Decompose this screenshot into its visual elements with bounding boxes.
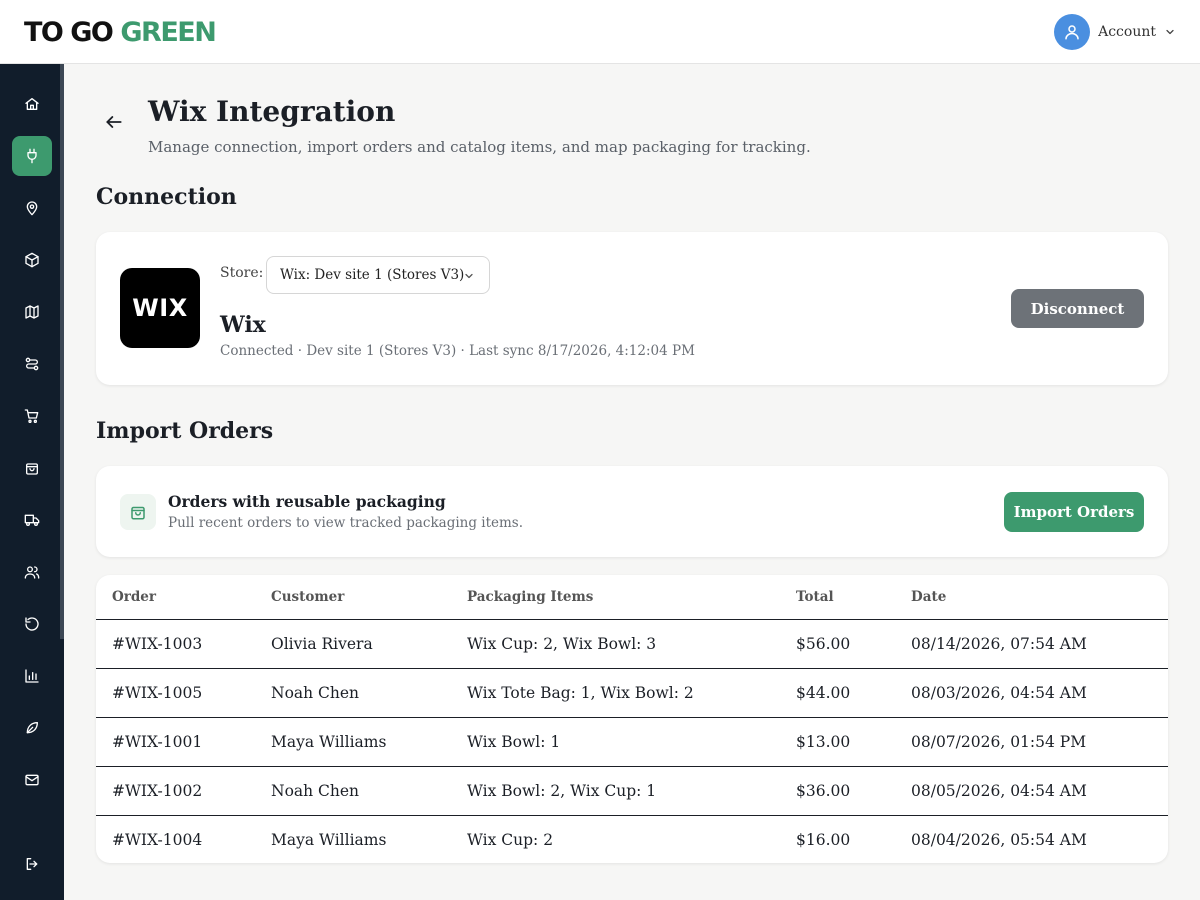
mail-icon <box>25 774 39 786</box>
order-date: 08/04/2026, 05:54 AM <box>911 830 1087 849</box>
order-total: $36.00 <box>780 766 895 816</box>
chevron-down-icon <box>463 270 475 286</box>
order-date: 08/03/2026, 04:54 AM <box>895 668 1168 718</box>
brand-logo[interactable]: TO GO GREEN <box>24 16 217 48</box>
customer-name: Olivia Rivera <box>255 619 451 669</box>
sidebar-item-sustainability[interactable] <box>12 708 52 748</box>
account-label: Account <box>1098 24 1156 40</box>
route-icon <box>25 357 39 371</box>
user-icon <box>1054 14 1091 50</box>
leaf-icon <box>26 722 38 734</box>
truck-icon <box>24 514 40 526</box>
sidebar-item-locations[interactable] <box>12 188 52 228</box>
order-id: #WIX-1003 <box>96 619 255 669</box>
sidebar-item-returns[interactable] <box>12 604 52 644</box>
order-total: $13.00 <box>780 717 895 767</box>
sidebar <box>0 64 64 900</box>
table-row[interactable]: #WIX-1005 Noah Chen Wix Tote Bag: 1, Wix… <box>96 668 1168 718</box>
customer-name: Noah Chen <box>255 766 451 816</box>
order-total: $56.00 <box>780 619 895 669</box>
sidebar-item-orders[interactable] <box>12 448 52 488</box>
users-icon <box>24 566 40 579</box>
disconnect-button[interactable]: Disconnect <box>1011 289 1144 328</box>
sidebar-item-delivery[interactable] <box>12 500 52 540</box>
store-select-value: Wix: Dev site 1 (Stores V3) <box>280 267 465 283</box>
map-pin-icon <box>26 201 38 216</box>
sidebar-item-mail[interactable] <box>12 760 52 800</box>
packaging-items: Wix Bowl: 1 <box>451 717 780 767</box>
column-header-date[interactable]: Date <box>895 575 1168 620</box>
import-card-title: Orders with reusable packaging <box>168 492 446 511</box>
plug-icon <box>27 148 37 164</box>
column-header-customer[interactable]: Customer <box>255 575 451 620</box>
order-date: 08/05/2026, 04:54 AM <box>895 766 1168 816</box>
packaging-items: Wix Bowl: 2, Wix Cup: 1 <box>451 766 780 816</box>
connection-card: WIX Store: Wix: Dev site 1 (Stores V3) W… <box>96 232 1168 385</box>
packaging-items: Wix Cup: 2 <box>467 830 554 849</box>
orders-table: Order Customer Packaging Items Total Dat… <box>96 575 1168 863</box>
table-row[interactable]: #WIX-1001 Maya Williams Wix Bowl: 1 $13.… <box>96 717 1168 767</box>
table-row[interactable]: #WIX-1002 Noah Chen Wix Bowl: 2, Wix Cup… <box>96 766 1168 816</box>
bag-icon <box>26 463 38 475</box>
brand-logo-part2: GREEN <box>120 16 216 48</box>
box-icon <box>25 252 39 268</box>
import-orders-heading: Import Orders <box>96 418 274 444</box>
shopping-bag-icon <box>120 494 156 530</box>
customer-name: Maya Williams <box>255 717 451 767</box>
order-id: #WIX-1001 <box>96 717 255 767</box>
sidebar-scrollbar[interactable] <box>60 64 64 639</box>
column-header-order[interactable]: Order <box>96 575 255 620</box>
sidebar-item-analytics[interactable] <box>12 656 52 696</box>
sidebar-item-home[interactable] <box>12 84 52 124</box>
order-id: #WIX-1002 <box>96 766 255 816</box>
table-row[interactable]: #WIX-1003 Olivia Rivera Wix Cup: 2, Wix … <box>96 619 1168 669</box>
connection-heading: Connection <box>96 184 237 210</box>
provider-name: Wix <box>220 312 266 338</box>
bar-chart-icon <box>25 669 39 683</box>
order-date: 08/14/2026, 07:54 AM <box>895 619 1168 669</box>
connection-status: Connected · Dev site 1 (Stores V3) · Las… <box>220 343 695 359</box>
orders-table-card: Order Customer Packaging Items Total Dat… <box>96 575 1168 863</box>
rotate-icon <box>25 617 39 631</box>
sidebar-item-users[interactable] <box>12 552 52 592</box>
page-subtitle: Manage connection, import orders and cat… <box>148 138 811 156</box>
logout-icon <box>26 858 38 870</box>
customer-name: Noah Chen <box>255 668 451 718</box>
account-menu[interactable]: Account <box>1054 14 1176 50</box>
chevron-down-icon <box>1164 26 1176 38</box>
wix-logo: WIX <box>120 268 200 348</box>
packaging-items: Wix Tote Bag: 1, Wix Bowl: 2 <box>451 668 780 718</box>
table-row[interactable]: #WIX-1004 Maya Williams Wix Cup: 2 $16.0… <box>96 815 1168 863</box>
order-id: #WIX-1005 <box>96 668 255 718</box>
logout-button[interactable] <box>12 844 52 884</box>
column-header-total[interactable]: Total <box>780 575 895 620</box>
table-header-row: Order Customer Packaging Items Total Dat… <box>96 575 1168 620</box>
import-orders-card: Orders with reusable packaging Pull rece… <box>96 466 1168 557</box>
import-orders-button[interactable]: Import Orders <box>1004 492 1144 532</box>
back-arrow-icon[interactable] <box>104 112 124 132</box>
sidebar-item-integrations[interactable] <box>12 136 52 176</box>
top-bar: TO GO GREEN Account <box>0 0 1200 64</box>
sidebar-item-map[interactable] <box>12 292 52 332</box>
store-label: Store: <box>220 265 264 281</box>
order-total: $16.00 <box>796 830 851 849</box>
sidebar-item-products[interactable] <box>12 240 52 280</box>
brand-logo-part1: TO GO <box>24 16 114 48</box>
order-date: 08/07/2026, 01:54 PM <box>895 717 1168 767</box>
column-header-packaging-items[interactable]: Packaging Items <box>451 575 780 620</box>
packaging-items: Wix Cup: 2, Wix Bowl: 3 <box>451 619 780 669</box>
sidebar-item-routes[interactable] <box>12 344 52 384</box>
sidebar-item-cart[interactable] <box>12 396 52 436</box>
map-icon <box>25 305 39 319</box>
store-select[interactable]: Wix: Dev site 1 (Stores V3) <box>266 256 490 294</box>
order-id: #WIX-1004 <box>112 830 203 849</box>
cart-icon <box>24 409 39 423</box>
order-total: $44.00 <box>780 668 895 718</box>
home-icon <box>25 98 39 110</box>
customer-name: Maya Williams <box>271 830 387 849</box>
page-title: Wix Integration <box>148 95 396 128</box>
import-card-description: Pull recent orders to view tracked packa… <box>168 515 524 531</box>
